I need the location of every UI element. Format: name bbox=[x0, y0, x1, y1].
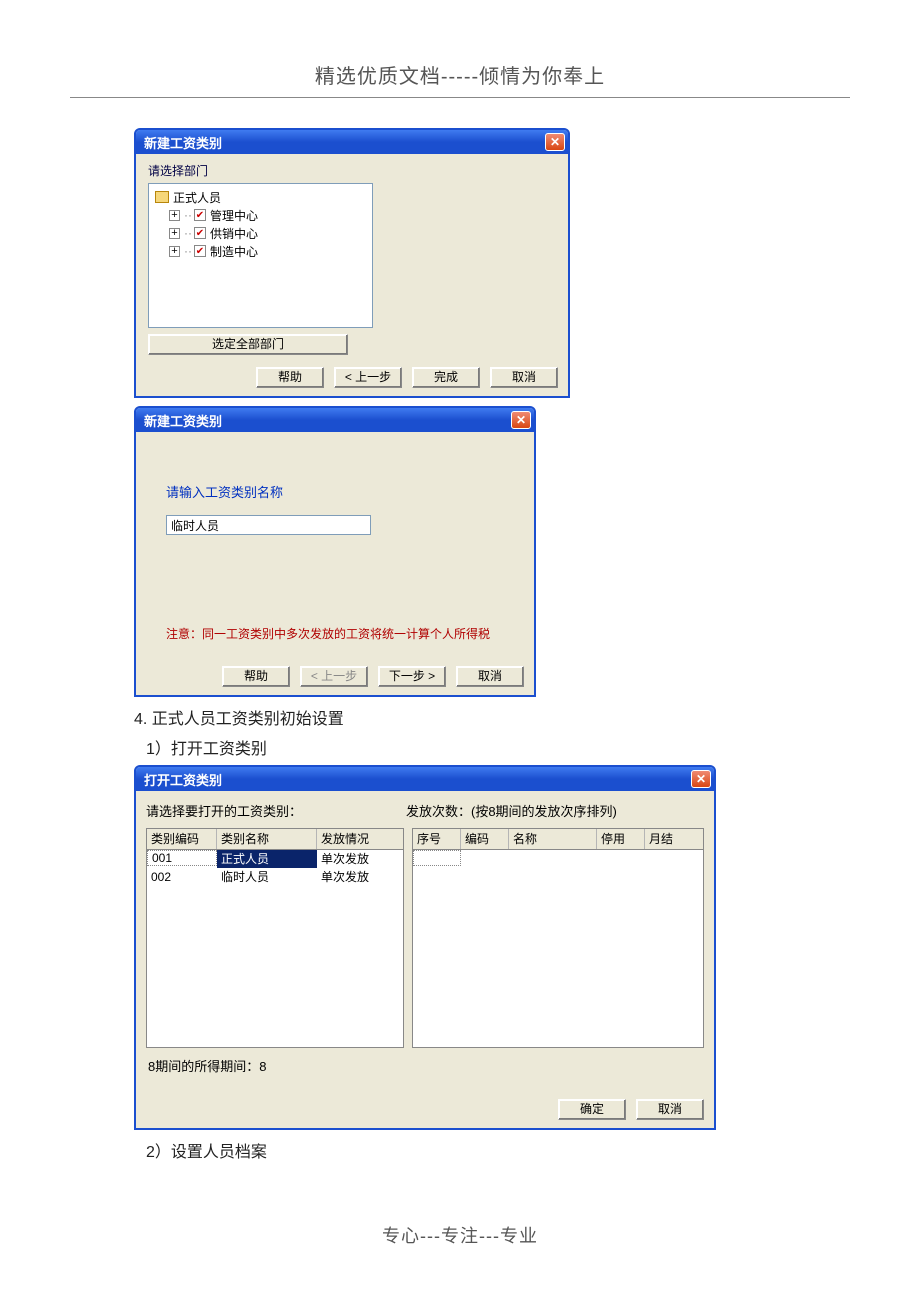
pay-count-label: 发放次数：(按8期间的发放次序排列) bbox=[406, 801, 617, 820]
cell-code: 002 bbox=[147, 868, 217, 886]
table-row[interactable] bbox=[413, 850, 703, 868]
dept-tree[interactable]: 正式人员 + ·· ✔ 管理中心 + ·· ✔ 供销中心 bbox=[148, 183, 373, 328]
table-row[interactable]: 002 临时人员 单次发放 bbox=[147, 868, 403, 886]
dept-prompt: 请选择部门 bbox=[148, 162, 556, 179]
help-button[interactable]: 帮助 bbox=[256, 367, 324, 388]
tree-root[interactable]: 正式人员 bbox=[155, 188, 366, 206]
select-all-dept-button[interactable]: 选定全部部门 bbox=[148, 334, 348, 355]
dialog-new-salary-name: 新建工资类别 ✕ 请输入工资类别名称 注意：同一工资类别中多次发放的工资将统一计… bbox=[134, 406, 536, 697]
tree-child[interactable]: + ·· ✔ 管理中心 bbox=[169, 206, 366, 224]
dialog-new-salary-dept: 新建工资类别 ✕ 请选择部门 正式人员 + ·· ✔ 管理中心 bbox=[134, 128, 570, 398]
tree-connector: ·· bbox=[184, 226, 192, 240]
col-header[interactable]: 停用 bbox=[597, 829, 645, 849]
col-header[interactable]: 类别名称 bbox=[217, 829, 317, 849]
ok-button[interactable]: 确定 bbox=[558, 1099, 626, 1120]
folder-icon bbox=[155, 191, 169, 203]
open-prompt: 请选择要打开的工资类别： bbox=[146, 801, 406, 820]
cell-name: 临时人员 bbox=[217, 868, 317, 886]
tax-notice: 注意：同一工资类别中多次发放的工资将统一计算个人所得税 bbox=[166, 625, 510, 642]
cell-mode: 单次发放 bbox=[317, 868, 403, 886]
cell-name: 正式人员 bbox=[217, 850, 317, 868]
checkbox-icon[interactable]: ✔ bbox=[194, 227, 206, 239]
col-header[interactable]: 编码 bbox=[461, 829, 509, 849]
period-status: 8期间的所得期间：8 bbox=[146, 1048, 704, 1087]
close-icon[interactable]: ✕ bbox=[545, 133, 565, 151]
back-button[interactable]: < 上一步 bbox=[334, 367, 402, 388]
close-icon[interactable]: ✕ bbox=[511, 411, 531, 429]
tree-connector: ·· bbox=[184, 244, 192, 258]
step-text: 2）设置人员档案 bbox=[146, 1138, 850, 1162]
cancel-button[interactable]: 取消 bbox=[490, 367, 558, 388]
expand-icon[interactable]: + bbox=[169, 246, 180, 257]
salary-category-table[interactable]: 类别编码 类别名称 发放情况 001 正式人员 单次发放 002 临时人员 bbox=[146, 828, 404, 1048]
col-header[interactable]: 类别编码 bbox=[147, 829, 217, 849]
finish-button[interactable]: 完成 bbox=[412, 367, 480, 388]
section-heading: 4. 正式人员工资类别初始设置 bbox=[134, 705, 850, 729]
tree-child[interactable]: + ·· ✔ 制造中心 bbox=[169, 242, 366, 260]
checkbox-icon[interactable]: ✔ bbox=[194, 245, 206, 257]
titlebar[interactable]: 打开工资类别 ✕ bbox=[136, 767, 714, 791]
titlebar[interactable]: 新建工资类别 ✕ bbox=[136, 130, 568, 154]
cell-mode: 单次发放 bbox=[317, 850, 403, 868]
step-text: 1）打开工资类别 bbox=[146, 735, 850, 759]
table-row[interactable]: 001 正式人员 单次发放 bbox=[147, 850, 403, 868]
col-header[interactable]: 名称 bbox=[509, 829, 597, 849]
name-prompt: 请输入工资类别名称 bbox=[166, 482, 510, 501]
tree-child-label: 供销中心 bbox=[210, 225, 258, 242]
tree-root-label: 正式人员 bbox=[173, 189, 221, 206]
salary-name-input[interactable] bbox=[166, 515, 371, 535]
window-title: 新建工资类别 bbox=[144, 133, 222, 152]
col-header[interactable]: 月结 bbox=[645, 829, 693, 849]
pay-order-table[interactable]: 序号 编码 名称 停用 月结 bbox=[412, 828, 704, 1048]
tree-child-label: 管理中心 bbox=[210, 207, 258, 224]
col-header[interactable]: 序号 bbox=[413, 829, 461, 849]
checkbox-icon[interactable]: ✔ bbox=[194, 209, 206, 221]
col-header[interactable]: 发放情况 bbox=[317, 829, 403, 849]
titlebar[interactable]: 新建工资类别 ✕ bbox=[136, 408, 534, 432]
expand-icon[interactable]: + bbox=[169, 228, 180, 239]
window-title: 打开工资类别 bbox=[144, 770, 222, 789]
back-button: < 上一步 bbox=[300, 666, 368, 687]
tree-connector: ·· bbox=[184, 208, 192, 222]
expand-icon[interactable]: + bbox=[169, 210, 180, 221]
close-icon[interactable]: ✕ bbox=[691, 770, 711, 788]
tree-child-label: 制造中心 bbox=[210, 243, 258, 260]
window-title: 新建工资类别 bbox=[144, 411, 222, 430]
help-button[interactable]: 帮助 bbox=[222, 666, 290, 687]
next-button[interactable]: 下一步 > bbox=[378, 666, 446, 687]
cancel-button[interactable]: 取消 bbox=[636, 1099, 704, 1120]
dialog-open-salary: 打开工资类别 ✕ 请选择要打开的工资类别： 发放次数：(按8期间的发放次序排列)… bbox=[134, 765, 716, 1130]
doc-footer: 专心---专注---专业 bbox=[70, 1222, 850, 1248]
cancel-button[interactable]: 取消 bbox=[456, 666, 524, 687]
cell-code: 001 bbox=[147, 850, 217, 866]
tree-child[interactable]: + ·· ✔ 供销中心 bbox=[169, 224, 366, 242]
empty-cell bbox=[413, 850, 461, 866]
doc-header: 精选优质文档-----倾情为你奉上 bbox=[70, 60, 850, 98]
